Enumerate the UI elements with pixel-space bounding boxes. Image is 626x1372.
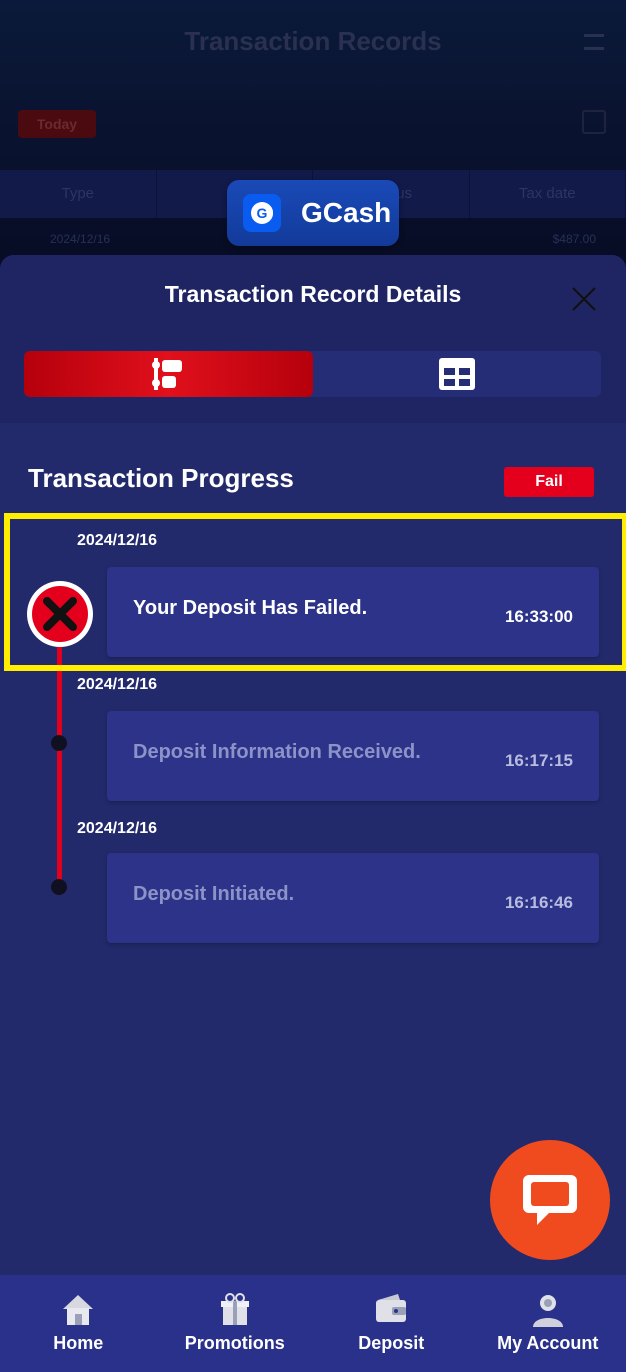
chat-icon (523, 1175, 577, 1225)
tab-grid[interactable] (313, 351, 602, 397)
list-item: Deposit Initiated. 16:16:46 (107, 853, 599, 943)
row-amount: $487.00 (552, 232, 596, 246)
step-time: 16:33:00 (504, 607, 573, 626)
background-title: Transaction Records (184, 26, 442, 56)
timeline-line (57, 640, 62, 888)
status-badge: Fail (504, 467, 594, 497)
close-icon[interactable] (570, 285, 598, 313)
step-date: 2024/12/16 (77, 676, 158, 693)
step-time: 16:16:46 (504, 893, 573, 912)
list-item: Deposit Information Received. 16:17:15 (107, 711, 599, 801)
list-item: Your Deposit Has Failed. 16:33:00 (107, 567, 599, 657)
step-date: 2024/12/16 (77, 820, 158, 837)
nav-deposit[interactable]: Deposit (313, 1275, 470, 1372)
nav-label: My Account (497, 1333, 599, 1353)
gcash-label: GCash (301, 197, 392, 228)
grid-icon (438, 358, 475, 390)
wallet-icon (376, 1294, 407, 1322)
step-message: Deposit Initiated. (133, 883, 295, 905)
view-tabs (24, 351, 601, 397)
nav-promotions[interactable]: Promotions (157, 1275, 314, 1372)
gcash-badge: G GCash (227, 180, 399, 246)
modal-title: Transaction Record Details (164, 281, 462, 307)
bottom-nav: Home Promotions Deposit My Account (0, 1275, 626, 1372)
step-date: 2024/12/16 (77, 532, 158, 549)
nav-home[interactable]: Home (0, 1275, 157, 1372)
filter-icon (582, 110, 606, 134)
svg-text:G: G (257, 205, 268, 221)
step-message: Your Deposit Has Failed. (133, 597, 368, 619)
today-chip: Today (18, 110, 96, 138)
gift-icon (220, 1293, 249, 1325)
failed-icon (27, 581, 93, 647)
nav-label: Promotions (184, 1333, 285, 1353)
chat-button[interactable] (490, 1140, 610, 1260)
nav-label: Home (53, 1333, 104, 1353)
header-tax-date: Tax date (470, 170, 626, 218)
timeline-dot (51, 879, 67, 895)
nav-label: Deposit (358, 1333, 425, 1353)
step-time: 16:17:15 (504, 751, 573, 770)
step-message: Deposit Information Received. (133, 741, 421, 763)
modal-header: Transaction Record Details (0, 255, 626, 423)
header-type: Type (0, 170, 157, 218)
tab-timeline[interactable] (24, 351, 313, 397)
progress-title: Transaction Progress (28, 463, 294, 493)
gcash-logo-icon: G (243, 194, 281, 232)
transaction-details-modal: Transaction Record Details Transaction P… (0, 255, 626, 1275)
timeline-icon (152, 358, 183, 390)
home-icon (63, 1295, 94, 1325)
menu-icon (584, 34, 604, 50)
user-icon (532, 1295, 563, 1327)
row-date: 2024/12/16 (50, 232, 111, 246)
nav-my-account[interactable]: My Account (470, 1275, 626, 1372)
timeline-dot (51, 735, 67, 751)
